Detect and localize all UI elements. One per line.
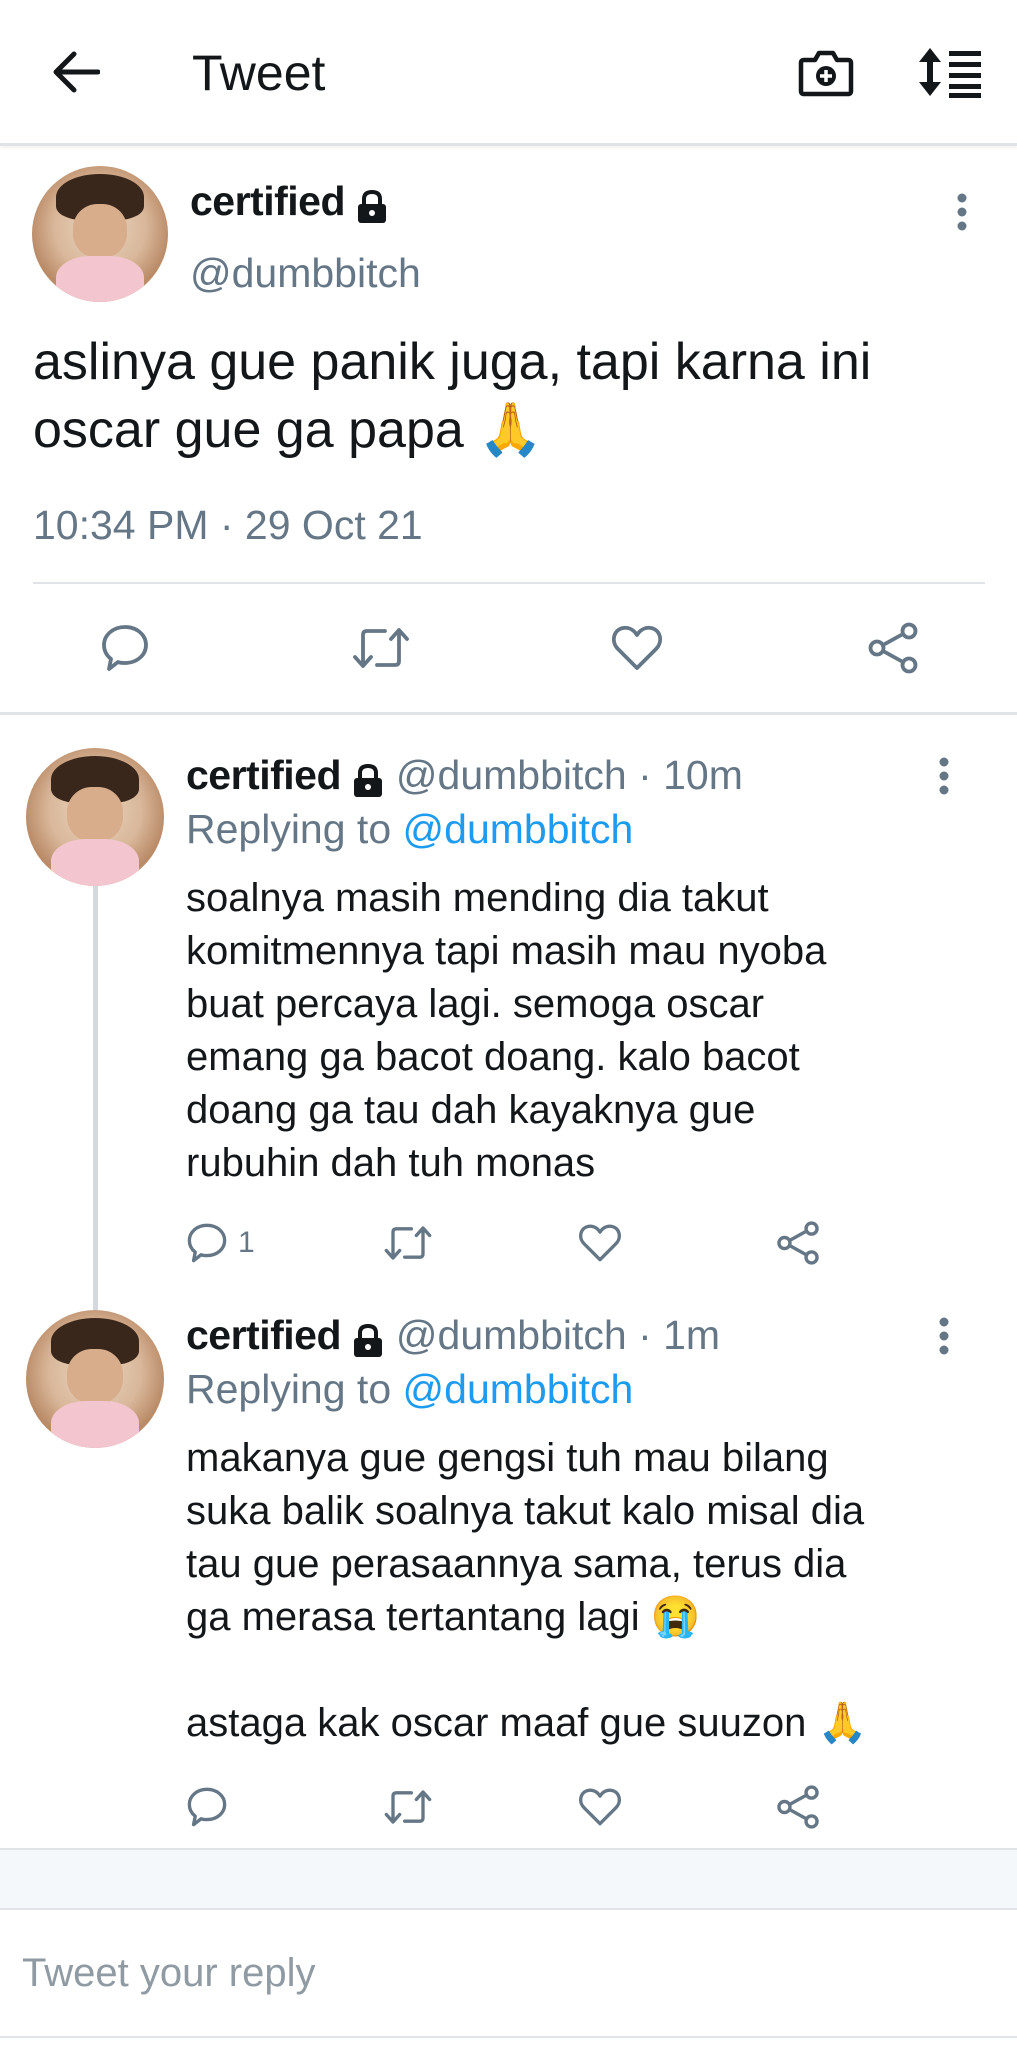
replying-to: Replying to @dumbbitch (186, 1366, 633, 1413)
reply-text-line: tau gue perasaannya sama, terus dia (186, 1542, 847, 1586)
more-vertical-icon (939, 1317, 949, 1355)
more-vertical-icon (957, 193, 967, 231)
reply-button[interactable] (90, 616, 160, 680)
reply-text-line: astaga kak oscar maaf gue suuzon 🙏 (186, 1701, 868, 1745)
retweet-button[interactable] (378, 1218, 438, 1268)
reply-text-line: komitmennya tapi masih mau nyoba (186, 929, 827, 973)
lock-icon (358, 189, 387, 223)
back-button[interactable] (36, 36, 116, 108)
comment-icon (187, 1223, 227, 1263)
reply-button[interactable] (186, 1782, 228, 1832)
reply-text-line: rubuhin dah tuh monas (186, 1141, 596, 1185)
more-options-button[interactable] (942, 182, 982, 242)
replying-to-mention[interactable]: @dumbbitch (403, 1366, 634, 1412)
like-button[interactable] (602, 616, 672, 680)
reply-text-line: emang ga bacot doang. kalo bacot (186, 1035, 800, 1079)
reply-text-line: soalnya masih mending dia takut (186, 876, 769, 920)
retweet-button[interactable] (346, 616, 416, 680)
tweet-text: aslinya gue panik juga, tapi karna ini o… (33, 333, 872, 459)
camera-plus-icon (798, 50, 854, 97)
like-button[interactable] (570, 1218, 630, 1268)
share-button[interactable] (858, 616, 928, 680)
reply-count: 1 (238, 1226, 255, 1259)
tweet-timestamp: 10:34 PM · 29 Oct 21 (33, 502, 423, 548)
thread-connector-line (93, 880, 98, 1310)
replying-to: Replying to @dumbbitch (186, 806, 633, 853)
reply-text: soalnya masih mending dia takut komitmen… (186, 872, 986, 1190)
lock-icon (354, 763, 383, 797)
share-button[interactable] (768, 1782, 828, 1832)
author-handle-time: @dumbbitch · 10m (395, 752, 743, 798)
reply-button[interactable]: 1 (186, 1218, 255, 1268)
share-icon (868, 622, 918, 674)
more-options-button[interactable] (924, 746, 964, 806)
retweet-button[interactable] (378, 1782, 438, 1832)
reply-header: certified @dumbbitch · 10m (186, 752, 743, 799)
comment-icon (102, 625, 148, 671)
comment-icon (187, 1787, 227, 1827)
share-icon (777, 1221, 819, 1265)
sort-button[interactable] (910, 36, 990, 108)
camera-button[interactable] (790, 36, 862, 108)
avatar[interactable] (26, 748, 164, 886)
reply-text-line: suka balik soalnya takut kalo misal dia (186, 1489, 865, 1533)
retweet-icon (384, 1790, 432, 1824)
replying-to-label: Replying to (186, 1366, 392, 1412)
heart-icon (579, 1788, 621, 1826)
heart-icon (611, 625, 663, 670)
divider (0, 712, 1017, 715)
lock-icon (354, 1323, 383, 1357)
sort-list-icon (919, 48, 981, 98)
tweet-reply-input[interactable] (0, 1908, 1017, 2038)
author-name: certified (190, 178, 346, 224)
reply-text-line: buat percaya lagi. semoga oscar (186, 982, 765, 1026)
author-handle[interactable]: @dumbbitch (190, 250, 421, 297)
reply-text-line: doang ga tau dah kayaknya gue (186, 1088, 756, 1132)
retweet-icon (353, 628, 409, 668)
replying-to-label: Replying to (186, 806, 392, 852)
divider (33, 582, 985, 584)
retweet-icon (384, 1226, 432, 1260)
share-icon (777, 1785, 819, 1829)
reply-box-spacer (0, 1850, 1017, 1908)
avatar[interactable] (32, 166, 168, 302)
share-button[interactable] (768, 1218, 828, 1268)
reply-text-line: makanya gue gengsi tuh mau bilang (186, 1436, 829, 1480)
arrow-left-icon (53, 51, 100, 93)
heart-icon (579, 1224, 621, 1262)
avatar[interactable] (26, 1310, 164, 1448)
more-options-button[interactable] (924, 1306, 964, 1366)
more-vertical-icon (939, 757, 949, 795)
author-name: certified (186, 752, 342, 798)
author-name-row: certified (190, 178, 389, 225)
reply-text-line: ga merasa tertantang lagi 😭 (186, 1595, 701, 1639)
reply-text-line (186, 1644, 1006, 1697)
author-name: certified (186, 1312, 342, 1358)
replying-to-mention[interactable]: @dumbbitch (403, 806, 634, 852)
like-button[interactable] (570, 1782, 630, 1832)
top-app-bar: Tweet (0, 0, 1017, 146)
reply-header: certified @dumbbitch · 1m (186, 1312, 720, 1359)
page-title: Tweet (192, 45, 326, 101)
author-handle-time: @dumbbitch · 1m (395, 1312, 721, 1358)
reply-text: makanya gue gengsi tuh mau bilang suka b… (186, 1432, 1006, 1750)
